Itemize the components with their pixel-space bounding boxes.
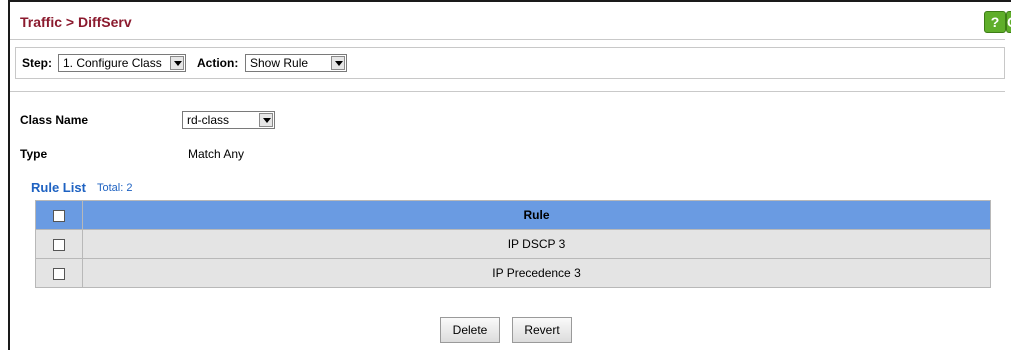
rule-cell: IP DSCP 3: [82, 229, 991, 259]
rule-column-header: Rule: [82, 200, 991, 230]
chevron-down-icon: [331, 56, 345, 70]
delete-button[interactable]: Delete: [440, 317, 500, 343]
step-select-value: 1. Configure Class: [63, 56, 162, 70]
main-panel: Traffic > DiffServ ? G Step: 1. Configur…: [8, 0, 1011, 350]
table-row: IP Precedence 3: [35, 258, 991, 288]
revert-button[interactable]: Revert: [512, 317, 572, 343]
title-divider: [10, 39, 1005, 40]
type-label: Type: [20, 147, 48, 161]
class-name-label: Class Name: [20, 113, 89, 127]
row-checkbox-cell: [35, 229, 83, 259]
stepbar-divider: [10, 91, 1005, 92]
chevron-down-icon: [170, 56, 184, 70]
step-action-bar: Step: 1. Configure Class Action: Show Ru…: [15, 47, 1005, 79]
rule-list-total: Total: 2: [97, 182, 133, 194]
table-row: IP DSCP 3: [35, 229, 991, 259]
chevron-down-icon: [259, 113, 273, 127]
select-all-cell: [35, 200, 83, 230]
class-name-select-value: rd-class: [187, 113, 230, 127]
rule-table: Rule IP DSCP 3 IP Precedence 3: [35, 200, 991, 288]
row-checkbox-cell: [35, 258, 83, 288]
action-select-value: Show Rule: [250, 56, 309, 70]
type-value: Match Any: [188, 147, 245, 161]
rule-list-title: Rule List: [31, 180, 86, 195]
class-name-select[interactable]: rd-class: [182, 111, 275, 129]
rule-cell: IP Precedence 3: [82, 258, 991, 288]
step-label: Step:: [22, 56, 52, 70]
next-page-button[interactable]: G: [1006, 11, 1011, 33]
row-checkbox[interactable]: [53, 238, 65, 251]
page-title: Traffic > DiffServ: [20, 14, 132, 30]
help-button[interactable]: ?: [984, 11, 1006, 33]
step-select[interactable]: 1. Configure Class: [58, 54, 186, 72]
select-all-checkbox[interactable]: [53, 209, 65, 222]
table-header-row: Rule: [35, 200, 991, 230]
action-select[interactable]: Show Rule: [245, 54, 347, 72]
row-checkbox[interactable]: [53, 267, 65, 280]
action-label: Action:: [197, 56, 239, 70]
